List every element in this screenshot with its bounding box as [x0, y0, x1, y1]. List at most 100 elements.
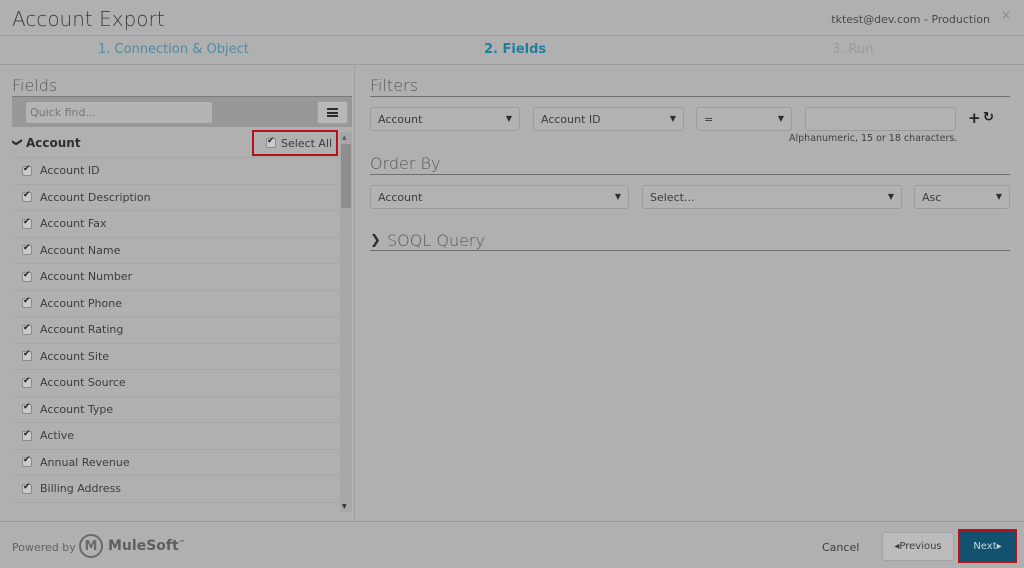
field-list-item[interactable]: Account Fax: [12, 211, 340, 238]
soql-divider: [370, 250, 1010, 251]
field-label: Account Site: [40, 349, 110, 363]
step-fields: 2. Fields: [484, 42, 547, 57]
fields-heading: Fields: [12, 76, 58, 95]
field-checkbox[interactable]: [22, 429, 32, 441]
field-group-label: Account: [26, 136, 81, 150]
field-label: Active: [40, 429, 75, 443]
dialog-footer: Powered by M MuleSoft™ Cancel ◂Previous …: [0, 521, 1024, 568]
org-account-label: tktest@dev.com - Production: [831, 13, 990, 26]
title-bar: Account Export tktest@dev.com - Producti…: [0, 0, 1024, 36]
field-label: Billing Address: [40, 482, 122, 496]
powered-by-label: Powered by: [12, 541, 76, 554]
filter-object-select[interactable]: Account ▼: [370, 107, 520, 131]
field-list-item[interactable]: Account Rating: [12, 317, 340, 344]
filters-heading: Filters: [370, 76, 418, 95]
field-label: Account Rating: [40, 323, 124, 337]
field-list-scrollbar[interactable]: ▲ ▼: [340, 132, 352, 512]
trademark-mark: ™: [178, 539, 185, 547]
field-list-item[interactable]: Annual Revenue: [12, 450, 340, 476]
scroll-down-icon[interactable]: ▼: [342, 503, 347, 510]
step-connection-object[interactable]: 1. Connection & Object: [98, 42, 249, 57]
filter-operator-select[interactable]: = ▼: [696, 107, 792, 131]
add-filter-icon[interactable]: +: [968, 109, 981, 127]
caret-down-icon: ▼: [614, 192, 621, 201]
field-checkbox[interactable]: [22, 164, 32, 176]
order-by-heading: Order By: [370, 154, 441, 173]
chevron-down-icon[interactable]: ❯: [12, 137, 24, 147]
mulesoft-logo-icon: M: [79, 534, 103, 558]
refresh-icon[interactable]: ↻: [983, 110, 994, 125]
filter-field-select[interactable]: Account ID ▼: [533, 107, 684, 131]
field-list-item[interactable]: Account Type: [12, 397, 340, 423]
order-field-select[interactable]: Select... ▼: [642, 185, 902, 209]
field-list-item[interactable]: Account Source: [12, 370, 340, 397]
order-object-value: Account: [378, 190, 423, 204]
field-checkbox[interactable]: [22, 455, 32, 468]
brand-name: MuleSoft: [108, 538, 179, 554]
field-checkbox[interactable]: [22, 402, 32, 415]
field-label: Account Description: [40, 190, 151, 204]
filter-field-value: Account ID: [541, 112, 601, 126]
field-label: Account Number: [40, 270, 133, 284]
scrollbar-thumb[interactable]: [341, 144, 351, 208]
mulesoft-brand: MuleSoft™: [108, 538, 185, 554]
field-checkbox[interactable]: [22, 376, 32, 388]
checkbox-checked-icon: [266, 136, 276, 148]
field-list: ❯ Account Select All Account ID Account D…: [12, 128, 340, 514]
caret-down-icon: ▼: [995, 192, 1002, 201]
field-label: Account Phone: [40, 296, 122, 310]
field-checkbox[interactable]: [22, 190, 32, 203]
field-list-item[interactable]: Account Site: [12, 344, 340, 370]
select-all-checkbox[interactable]: Select All: [252, 130, 338, 156]
order-object-select[interactable]: Account ▼: [370, 185, 629, 209]
field-checkbox[interactable]: [22, 217, 32, 229]
order-field-value: Select...: [650, 190, 695, 204]
caret-down-icon: ▼: [669, 114, 676, 123]
field-label: Account ID: [40, 164, 100, 178]
hamburger-menu-icon: [327, 108, 338, 117]
field-checkbox[interactable]: [22, 323, 32, 335]
field-list-item[interactable]: Account Phone: [12, 291, 340, 317]
field-label: Account Fax: [40, 217, 107, 231]
field-checkbox[interactable]: [22, 243, 32, 256]
order-direction-value: Asc: [922, 190, 942, 204]
caret-down-icon: ▼: [777, 114, 784, 123]
filter-operator-value: =: [704, 112, 714, 126]
chevron-right-icon[interactable]: ❯: [370, 233, 381, 248]
field-label: Annual Revenue: [40, 455, 130, 469]
field-list-item[interactable]: Account Name: [12, 238, 340, 264]
filter-value-hint: Alphanumeric, 15 or 18 characters.: [789, 133, 958, 144]
field-checkbox[interactable]: [22, 270, 32, 282]
field-list-item[interactable]: Active: [12, 423, 340, 450]
cancel-button[interactable]: Cancel: [822, 541, 859, 554]
field-checkbox[interactable]: [22, 296, 32, 309]
filter-object-value: Account: [378, 112, 423, 126]
field-group-account[interactable]: ❯ Account Select All: [12, 128, 340, 158]
field-list-item[interactable]: Billing Address: [12, 476, 340, 503]
field-list-item[interactable]: Account Number: [12, 264, 340, 291]
field-checkbox[interactable]: [22, 349, 32, 362]
next-button[interactable]: Next▸: [958, 529, 1017, 563]
field-label: Account Name: [40, 243, 121, 257]
caret-down-icon: ▼: [505, 114, 512, 123]
soql-query-toggle[interactable]: SOQL Query: [387, 231, 987, 250]
fields-panel: Fields ❯ Account Select All Account ID Ac…: [0, 66, 355, 521]
field-list-item[interactable]: Account ID: [12, 158, 340, 185]
caret-down-icon: ▼: [887, 192, 894, 201]
order-direction-select[interactable]: Asc ▼: [914, 185, 1010, 209]
dialog-title: Account Export: [12, 7, 165, 31]
field-label: Account Type: [40, 402, 114, 416]
close-icon[interactable]: ×: [1001, 8, 1011, 22]
scroll-up-icon[interactable]: ▲: [342, 134, 347, 141]
wizard-steps: 1. Connection & Object 2. Fields 3. Run: [0, 37, 1024, 65]
order-by-divider: [370, 174, 1010, 175]
field-checkbox[interactable]: [22, 482, 32, 494]
field-list-item[interactable]: Account Description: [12, 185, 340, 211]
filter-value-input[interactable]: [805, 107, 956, 131]
filters-divider: [370, 96, 1010, 97]
step-run: 3. Run: [832, 42, 874, 57]
field-options-menu-button[interactable]: [317, 101, 348, 124]
previous-button[interactable]: ◂Previous: [882, 532, 954, 561]
field-finder-bar: [12, 96, 352, 127]
quick-find-input[interactable]: [26, 102, 212, 123]
